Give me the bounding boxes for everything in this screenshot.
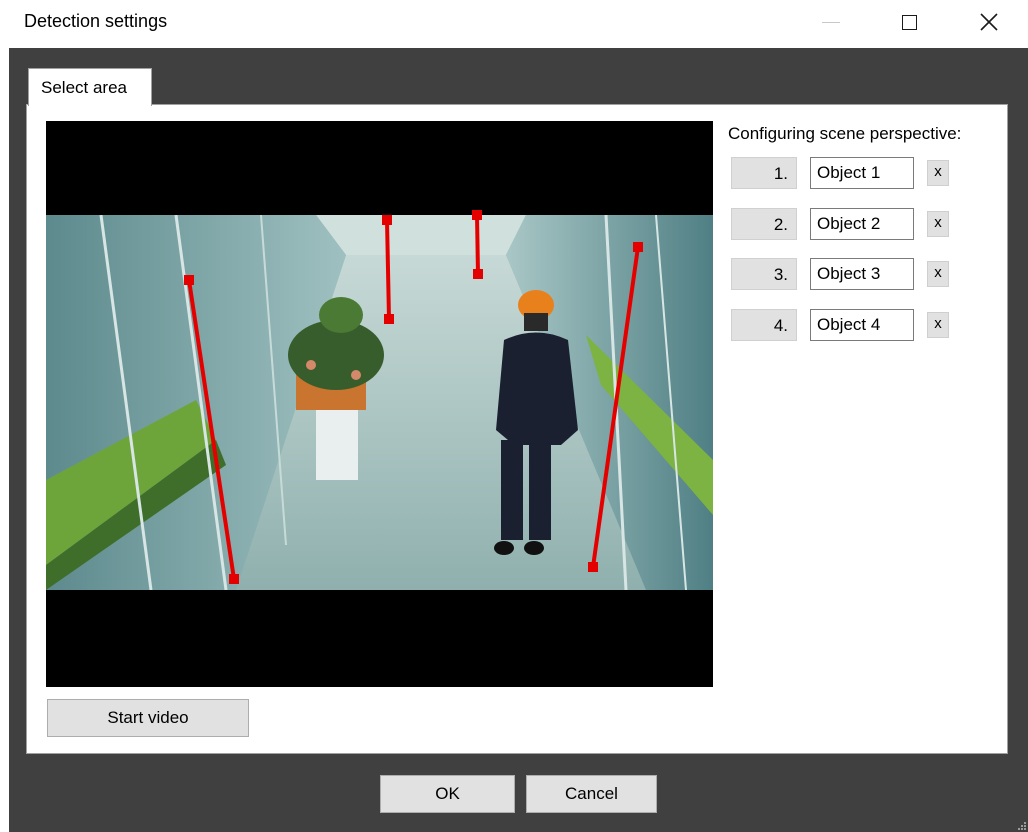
maximize-button[interactable] — [886, 0, 932, 44]
maximize-icon — [901, 14, 917, 30]
line-handle[interactable] — [184, 275, 194, 285]
line-handle[interactable] — [473, 269, 483, 279]
perspective-overlay — [184, 210, 643, 584]
remove-object-button[interactable]: x — [927, 312, 949, 338]
object-select-button[interactable]: 4. — [731, 309, 797, 341]
minimize-icon — [822, 21, 840, 23]
video-preview[interactable] — [46, 121, 713, 687]
resize-grip-icon[interactable] — [1016, 820, 1026, 830]
ok-button[interactable]: OK — [380, 775, 515, 813]
remove-object-button[interactable]: x — [927, 261, 949, 287]
line-handle[interactable] — [588, 562, 598, 572]
close-icon — [980, 13, 998, 31]
tab-label: Select area — [41, 78, 127, 97]
object-name-field[interactable]: Object 4 — [810, 309, 914, 341]
tab-select-area[interactable]: Select area — [28, 68, 152, 106]
title-bar: Detection settings — [0, 0, 1028, 44]
start-video-button[interactable]: Start video — [47, 699, 249, 737]
object-name-field[interactable]: Object 1 — [810, 157, 914, 189]
object-select-button[interactable]: 2. — [731, 208, 797, 240]
perspective-line-3[interactable] — [472, 210, 483, 279]
remove-object-button[interactable]: x — [927, 160, 949, 186]
object-select-button[interactable]: 3. — [731, 258, 797, 290]
minimize-button[interactable] — [808, 0, 854, 44]
remove-object-button[interactable]: x — [927, 211, 949, 237]
perspective-line-2[interactable] — [382, 215, 394, 324]
object-select-button[interactable]: 1. — [731, 157, 797, 189]
line-handle[interactable] — [384, 314, 394, 324]
line-handle[interactable] — [229, 574, 239, 584]
perspective-line-4[interactable] — [588, 242, 643, 572]
object-name-field[interactable]: Object 3 — [810, 258, 914, 290]
line-handle[interactable] — [633, 242, 643, 252]
window-title: Detection settings — [24, 11, 168, 31]
line-handle[interactable] — [472, 210, 482, 220]
perspective-line-1[interactable] — [184, 275, 239, 584]
line-handle[interactable] — [382, 215, 392, 225]
object-name-field[interactable]: Object 2 — [810, 208, 914, 240]
cancel-button[interactable]: Cancel — [526, 775, 657, 813]
close-button[interactable] — [966, 0, 1012, 44]
perspective-heading: Configuring scene perspective: — [728, 124, 962, 143]
